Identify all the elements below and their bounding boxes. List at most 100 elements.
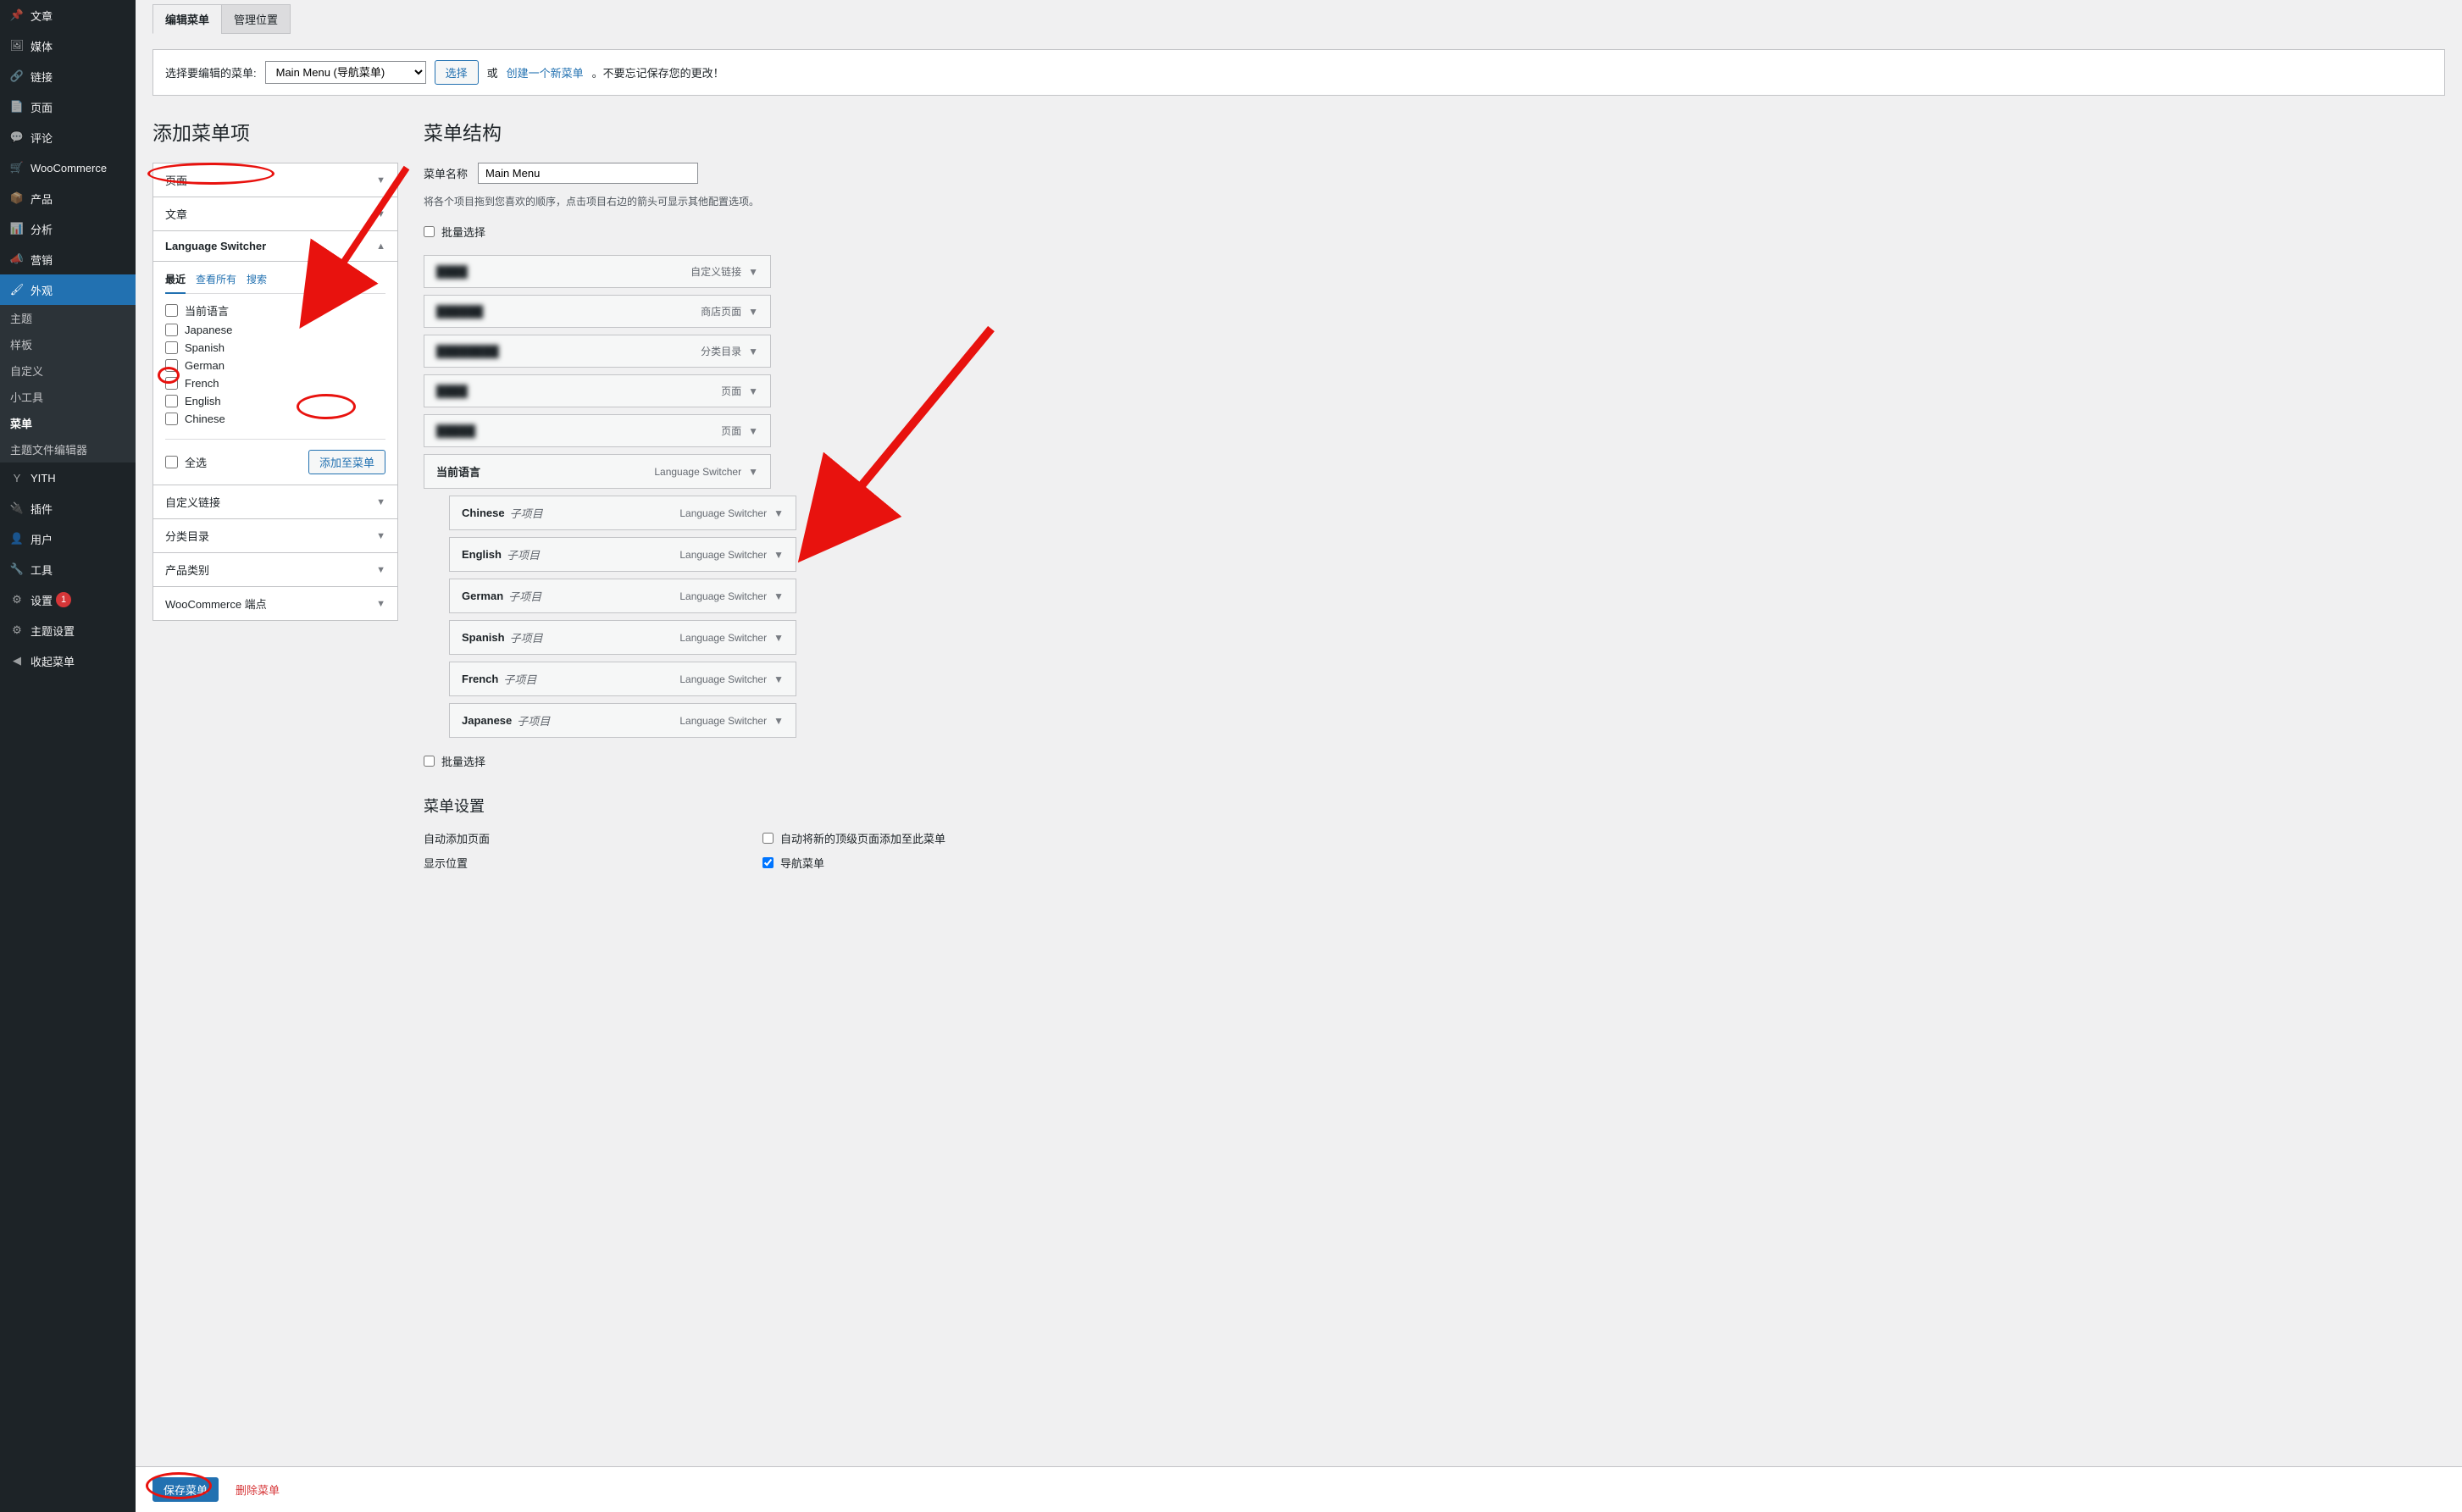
sidebar-icon: 👤 <box>8 530 25 547</box>
check-row-1[interactable]: Japanese <box>165 324 385 336</box>
sidebar-submenu-item-1[interactable]: 样板 <box>0 331 136 357</box>
chevron-down-icon[interactable]: ▼ <box>748 266 758 278</box>
checkbox[interactable] <box>165 377 178 390</box>
chevron-down-icon[interactable]: ▼ <box>748 425 758 437</box>
menu-item-title: German子项目 <box>462 588 541 604</box>
accordion-head-5[interactable]: 产品类别▼ <box>153 553 397 587</box>
menu-item-4[interactable]: █████页面▼ <box>424 414 771 447</box>
chevron-down-icon[interactable]: ▼ <box>748 466 758 478</box>
menu-item-0[interactable]: ████自定义链接▼ <box>424 255 771 288</box>
menu-item-subtitle: 子项目 <box>510 505 543 521</box>
sidebar-item-10[interactable]: YYITH <box>0 462 136 493</box>
accordion-head-0[interactable]: 页面▼ <box>153 163 397 197</box>
sidebar-item-3[interactable]: 📄页面 <box>0 91 136 122</box>
chevron-down-icon[interactable]: ▼ <box>774 673 784 685</box>
accordion-head-2[interactable]: Language Switcher▲ <box>153 231 397 262</box>
bulk-select-bottom[interactable] <box>424 756 435 767</box>
create-menu-link[interactable]: 创建一个新菜单 <box>507 64 584 80</box>
sidebar-submenu-item-0[interactable]: 主题 <box>0 305 136 331</box>
tabs: 编辑菜单管理位置 <box>152 4 2445 34</box>
checkbox[interactable] <box>165 324 178 336</box>
sub-tab-0[interactable]: 最近 <box>165 272 186 294</box>
sub-tab-1[interactable]: 查看所有 <box>196 272 236 286</box>
sidebar-item-5[interactable]: 🛒WooCommerce <box>0 152 136 183</box>
add-to-menu-button[interactable]: 添加至菜单 <box>308 450 385 474</box>
sidebar-item-11[interactable]: 🔌插件 <box>0 493 136 523</box>
chevron-down-icon[interactable]: ▼ <box>774 632 784 644</box>
save-menu-button[interactable]: 保存菜单 <box>152 1477 219 1502</box>
chevron-down-icon[interactable]: ▼ <box>774 507 784 519</box>
sidebar-item-15[interactable]: ⚙主题设置 <box>0 615 136 645</box>
chevron-down-icon[interactable]: ▼ <box>748 346 758 357</box>
tab-0[interactable]: 编辑菜单 <box>152 4 222 34</box>
sidebar-submenu-item-3[interactable]: 小工具 <box>0 384 136 410</box>
chevron-down-icon[interactable]: ▼ <box>774 715 784 727</box>
menu-item-6[interactable]: Chinese子项目Language Switcher▼ <box>449 496 796 530</box>
bulk-select-top[interactable] <box>424 226 435 237</box>
chevron-down-icon[interactable]: ▼ <box>748 306 758 318</box>
delete-menu-link[interactable]: 删除菜单 <box>236 1482 280 1498</box>
sidebar-item-6[interactable]: 📦产品 <box>0 183 136 213</box>
checkbox[interactable] <box>165 359 178 372</box>
menu-item-9[interactable]: Spanish子项目Language Switcher▼ <box>449 620 796 655</box>
sidebar-label: 工具 <box>30 562 53 578</box>
sidebar-label: 文章 <box>30 8 53 24</box>
position-check-row[interactable]: 导航菜单 <box>762 855 824 871</box>
check-row-3[interactable]: German <box>165 359 385 372</box>
chevron-down-icon[interactable]: ▼ <box>748 385 758 397</box>
menu-item-8[interactable]: German子项目Language Switcher▼ <box>449 579 796 613</box>
position-checkbox[interactable] <box>762 857 774 868</box>
sidebar-item-8[interactable]: 📣营销 <box>0 244 136 274</box>
menu-item-subtitle: 子项目 <box>507 546 540 562</box>
sidebar-item-12[interactable]: 👤用户 <box>0 523 136 554</box>
checkbox[interactable] <box>165 341 178 354</box>
sidebar-submenu-item-4[interactable]: 菜单 <box>0 410 136 436</box>
menu-select[interactable]: Main Menu (导航菜单) <box>265 61 426 84</box>
menu-item-1[interactable]: ██████商店页面▼ <box>424 295 771 328</box>
accordion-head-1[interactable]: 文章▼ <box>153 197 397 231</box>
accordion-head-4[interactable]: 分类目录▼ <box>153 519 397 553</box>
sub-tab-2[interactable]: 搜索 <box>247 272 267 286</box>
accordion-label: Language Switcher <box>165 240 266 252</box>
menu-item-5[interactable]: 当前语言Language Switcher▼ <box>424 454 771 489</box>
auto-add-checkbox[interactable] <box>762 833 774 844</box>
accordion-head-3[interactable]: 自定义链接▼ <box>153 485 397 519</box>
select-button[interactable]: 选择 <box>435 60 479 85</box>
auto-add-check-row[interactable]: 自动将新的顶级页面添加至此菜单 <box>762 830 945 846</box>
select-all-row[interactable]: 全选 <box>165 454 207 470</box>
check-row-4[interactable]: French <box>165 377 385 390</box>
chevron-down-icon: ▼ <box>376 209 385 219</box>
sidebar-item-2[interactable]: 🔗链接 <box>0 61 136 91</box>
checkbox[interactable] <box>165 304 178 317</box>
chevron-down-icon[interactable]: ▼ <box>774 549 784 561</box>
menu-item-11[interactable]: Japanese子项目Language Switcher▼ <box>449 703 796 738</box>
accordion-head-6[interactable]: WooCommerce 端点▼ <box>153 587 397 620</box>
checkbox[interactable] <box>165 395 178 407</box>
menu-item-10[interactable]: French子项目Language Switcher▼ <box>449 662 796 696</box>
sidebar-item-1[interactable]: 🖼媒体 <box>0 30 136 61</box>
select-all-checkbox[interactable] <box>165 456 178 468</box>
menu-item-2[interactable]: ████████分类目录▼ <box>424 335 771 368</box>
sidebar-item-13[interactable]: 🔧工具 <box>0 554 136 584</box>
sidebar-item-7[interactable]: 📊分析 <box>0 213 136 244</box>
sidebar-item-16[interactable]: ◀收起菜单 <box>0 645 136 676</box>
position-check-label: 导航菜单 <box>780 855 824 871</box>
check-row-2[interactable]: Spanish <box>165 341 385 354</box>
sidebar-icon: 📦 <box>8 190 25 207</box>
sidebar-submenu-item-5[interactable]: 主题文件编辑器 <box>0 436 136 462</box>
chevron-down-icon[interactable]: ▼ <box>774 590 784 602</box>
check-row-6[interactable]: Chinese <box>165 413 385 425</box>
menu-item-7[interactable]: English子项目Language Switcher▼ <box>449 537 796 572</box>
sidebar-submenu-item-2[interactable]: 自定义 <box>0 357 136 384</box>
sidebar-item-4[interactable]: 💬评论 <box>0 122 136 152</box>
sidebar-item-9[interactable]: 🖌外观 <box>0 274 136 305</box>
menu-item-type: Language Switcher▼ <box>679 549 784 561</box>
check-row-5[interactable]: English <box>165 395 385 407</box>
sidebar-item-14[interactable]: ⚙设置1 <box>0 584 136 615</box>
tab-1[interactable]: 管理位置 <box>221 4 291 34</box>
sidebar-item-0[interactable]: 📌文章 <box>0 0 136 30</box>
check-row-0[interactable]: 当前语言 <box>165 302 385 318</box>
menu-item-3[interactable]: ████页面▼ <box>424 374 771 407</box>
menu-name-input[interactable] <box>478 163 698 184</box>
checkbox[interactable] <box>165 413 178 425</box>
